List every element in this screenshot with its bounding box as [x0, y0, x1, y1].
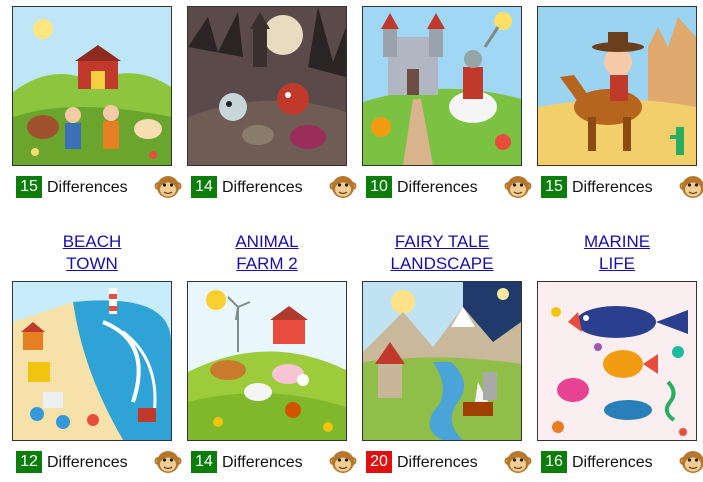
difference-info: 16 Differences: [541, 451, 701, 475]
difference-info: 20 Differences: [366, 451, 526, 475]
puzzle-title-fairy-tale-landscape[interactable]: FAIRY TALE LANDSCAPE: [352, 231, 532, 275]
difference-info: 14 Differences: [191, 176, 351, 200]
differences-label: Differences: [47, 454, 128, 471]
puzzle-title-beach-town[interactable]: BEACH TOWN: [2, 231, 182, 275]
difference-info: 14 Differences: [191, 451, 351, 475]
differences-label: Differences: [47, 179, 128, 196]
difference-info: 15 Differences: [16, 176, 176, 200]
differences-label: Differences: [572, 454, 653, 471]
difference-count-badge: 15: [541, 176, 567, 198]
puzzle-thumbnail-marine-life[interactable]: [537, 281, 697, 441]
difference-info: 10 Differences: [366, 176, 526, 200]
differences-label: Differences: [572, 179, 653, 196]
monkey-icon: [679, 173, 703, 201]
title-line-1: MARINE: [583, 232, 651, 251]
monkey-icon: [154, 448, 182, 476]
difference-count-badge: 12: [16, 451, 42, 473]
difference-info: 15 Differences: [541, 176, 701, 200]
monkey-icon: [329, 173, 357, 201]
title-line-1: FAIRY TALE: [394, 232, 490, 251]
differences-label: Differences: [397, 454, 478, 471]
puzzle-thumbnail-spooky[interactable]: [187, 6, 347, 166]
puzzle-title-animal-farm-2[interactable]: ANIMAL FARM 2: [177, 231, 357, 275]
title-line-2: FARM 2: [236, 254, 298, 273]
difference-count-badge: 14: [191, 176, 217, 198]
monkey-icon: [154, 173, 182, 201]
puzzle-thumbnail-fairy-tale-landscape[interactable]: [362, 281, 522, 441]
puzzle-thumbnail-animal-farm-2[interactable]: [187, 281, 347, 441]
title-line-1: BEACH: [62, 232, 122, 251]
differences-label: Differences: [222, 454, 303, 471]
difference-count-badge: 15: [16, 176, 42, 198]
title-line-2: LANDSCAPE: [390, 254, 494, 273]
differences-label: Differences: [222, 179, 303, 196]
difference-count-badge: 20: [366, 451, 392, 473]
puzzle-title-marine-life[interactable]: MARINE LIFE: [527, 231, 703, 275]
puzzle-thumbnail-cowboy[interactable]: [537, 6, 697, 166]
monkey-icon: [329, 448, 357, 476]
differences-label: Differences: [397, 179, 478, 196]
difference-count-badge: 10: [366, 176, 392, 198]
difference-count-badge: 14: [191, 451, 217, 473]
difference-count-badge: 16: [541, 451, 567, 473]
title-line-2: LIFE: [599, 254, 635, 273]
puzzle-thumbnail-knight[interactable]: [362, 6, 522, 166]
puzzle-thumbnail-beach-town[interactable]: [12, 281, 172, 441]
monkey-icon: [679, 448, 703, 476]
monkey-icon: [504, 173, 532, 201]
difference-info: 12 Differences: [16, 451, 176, 475]
title-line-2: TOWN: [66, 254, 118, 273]
monkey-icon: [504, 448, 532, 476]
title-line-1: ANIMAL: [235, 232, 299, 251]
puzzle-thumbnail-farm[interactable]: [12, 6, 172, 166]
